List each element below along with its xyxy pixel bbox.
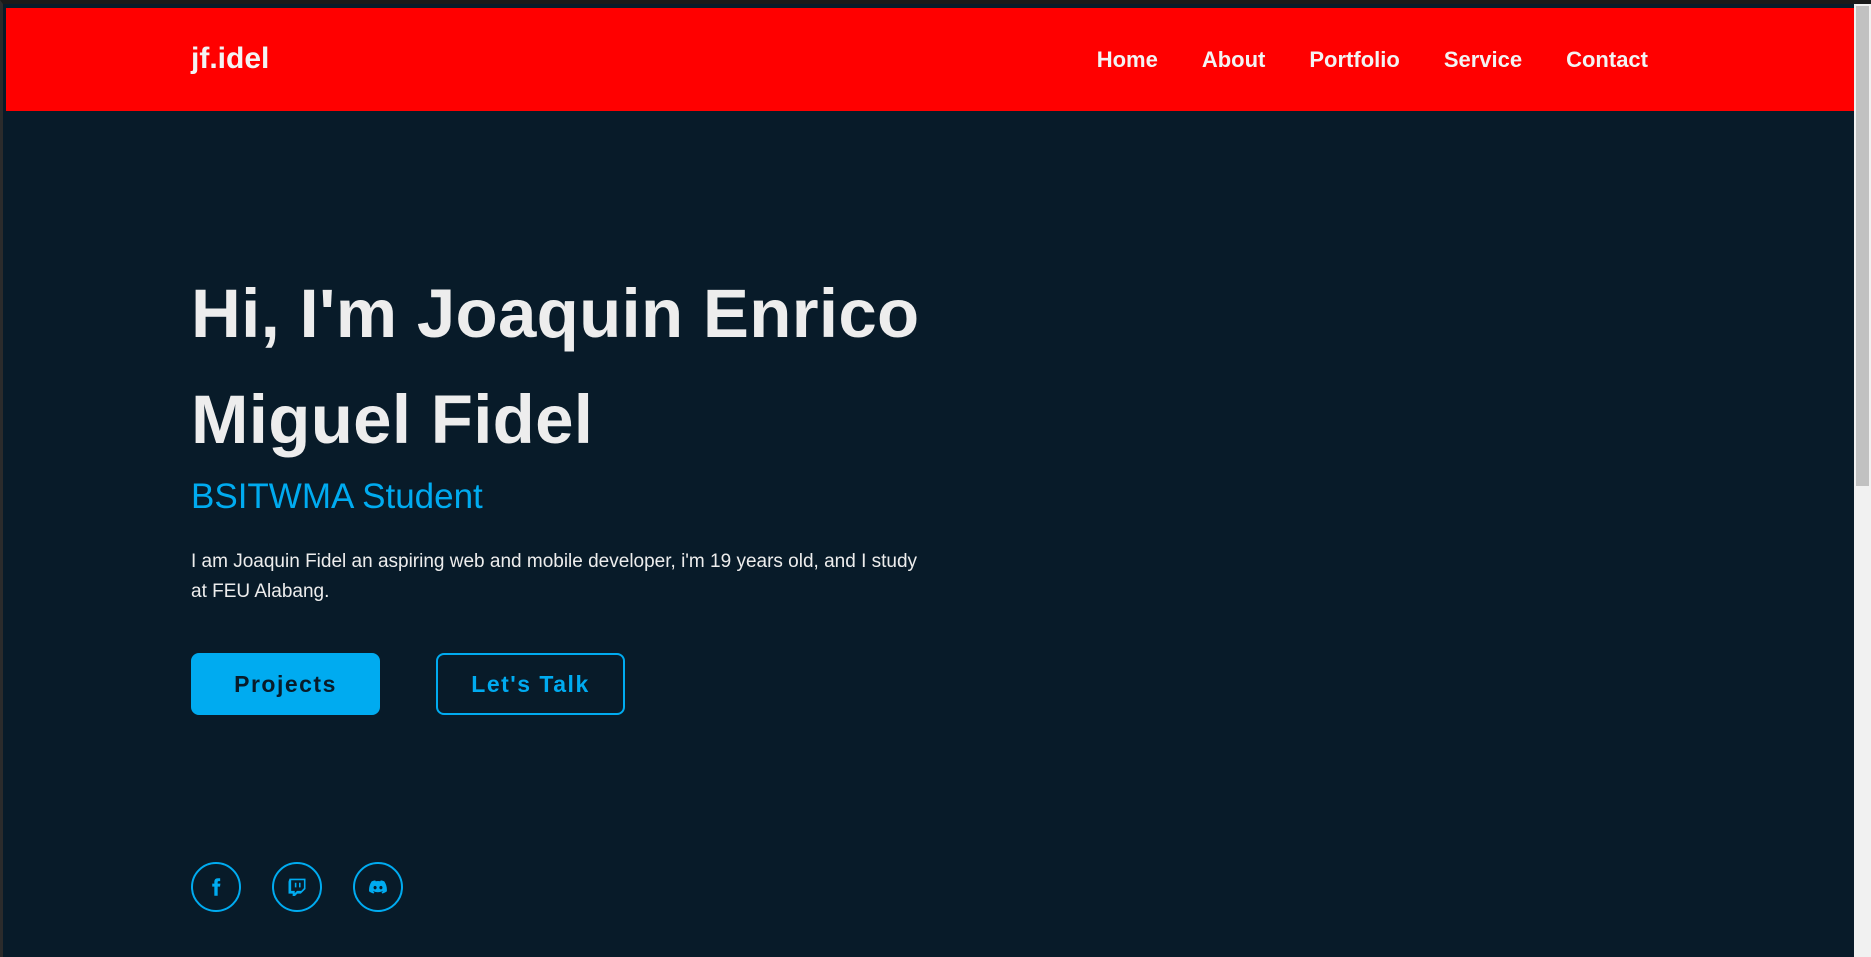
discord-icon [369, 880, 387, 894]
lets-talk-button[interactable]: Let's Talk [436, 653, 625, 715]
hero-subtitle: BSITWMA Student [191, 477, 483, 516]
nav-about[interactable]: About [1202, 47, 1266, 73]
projects-button[interactable]: Projects [191, 653, 380, 715]
nav-home[interactable]: Home [1097, 47, 1158, 73]
hero-description: I am Joaquin Fidel an aspiring web and m… [191, 551, 918, 602]
site-header: jf.idel Home About Portfolio Service Con… [6, 8, 1854, 111]
nav-portfolio[interactable]: Portfolio [1309, 47, 1399, 73]
main-nav: Home About Portfolio Service Contact [1053, 47, 1648, 73]
twitch-link[interactable] [272, 862, 322, 912]
hero-buttons: Projects Let's Talk [191, 653, 625, 715]
discord-link[interactable] [353, 862, 403, 912]
hero-heading-line1: Hi, I'm Joaquin Enrico [191, 275, 920, 352]
social-links [191, 862, 434, 912]
nav-contact[interactable]: Contact [1566, 47, 1648, 73]
nav-service[interactable]: Service [1444, 47, 1522, 73]
site-logo[interactable]: jf.idel [191, 42, 269, 76]
facebook-link[interactable] [191, 862, 241, 912]
hero-heading: Hi, I'm Joaquin Enrico Miguel Fidel [191, 261, 991, 473]
hero-section: Hi, I'm Joaquin Enrico Miguel Fidel BSIT… [191, 261, 991, 607]
hero-heading-line2: Miguel Fidel [191, 381, 594, 458]
browser-viewport: jf.idel Home About Portfolio Service Con… [0, 0, 1871, 957]
vertical-scrollbar[interactable] [1854, 4, 1871, 957]
scrollbar-thumb[interactable] [1856, 6, 1869, 486]
twitch-icon [288, 878, 306, 896]
facebook-icon [212, 878, 221, 896]
